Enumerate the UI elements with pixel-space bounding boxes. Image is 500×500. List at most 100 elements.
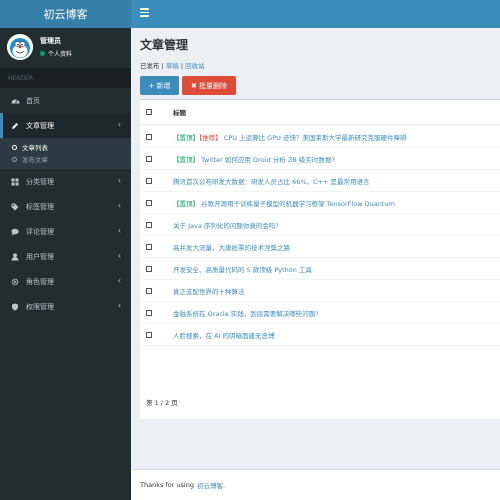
article-title-link[interactable]: 【置顶】【推荐】 CPU 上运算比 GPU 还快？美国莱斯大学最新研究克服硬件障… — [173, 132, 406, 142]
recommended-tag: 【推荐】 — [199, 133, 222, 142]
pagination-info: 第 1 / 2 页 — [146, 399, 178, 407]
row-checkbox[interactable] — [146, 309, 152, 316]
sidebar-item-label: 分类管理 — [26, 177, 54, 186]
table-row: 金融系统在 Oracle 实践，到底需要解决哪些问题? — [140, 302, 500, 324]
article-title: 关于 Java 序列化的问题你真的会吗? — [173, 221, 279, 230]
row-checkbox[interactable] — [146, 243, 152, 250]
user-panel: 管理员 个人资料 — [0, 28, 131, 64]
article-title-link[interactable]: 高并发大流量，大唐抢票的技术涅槃之路 — [173, 242, 290, 252]
article-title: 开发安全、高质量代码的 5 款顶级 Python 工具 — [173, 265, 312, 274]
row-checkbox[interactable] — [146, 265, 152, 272]
user-status-label: 个人资料 — [48, 51, 73, 58]
pinned-tag: 【置顶】 — [173, 155, 199, 164]
select-all-checkbox[interactable] — [146, 109, 152, 115]
top-navbar — [131, 0, 500, 28]
chevron-left-icon: ‹ — [117, 176, 121, 185]
article-table: 标题 【置顶】【推荐】 CPU 上运算比 GPU 还快？美国莱斯大学最新研究克服… — [140, 99, 500, 419]
status-filter: 已发布 | 草稿 | 回收站 — [140, 60, 205, 70]
row-checkbox[interactable] — [146, 331, 152, 338]
sidebar-toggle-icon[interactable] — [140, 8, 149, 18]
article-title-link[interactable]: 【置顶】 谷歌开源用于训练量子模型的机器学习框架 TensorFlow Quan… — [173, 198, 395, 208]
table-row: 【置顶】【推荐】 CPU 上运算比 GPU 还快？美国莱斯大学最新研究克服硬件障… — [140, 126, 500, 148]
sidebar-item-label: 标签管理 — [26, 202, 54, 211]
circle-icon — [12, 156, 17, 162]
table-row: 真正支配世界的十种算法 — [140, 280, 500, 302]
footer: Thanks for using 初云博客. — [131, 469, 500, 500]
article-title-link[interactable]: 【置顶】 Twitter 如何应用 Druid 分析 ZB 级实时数据? — [173, 154, 335, 164]
sidebar-item-label: 文章管理 — [26, 121, 54, 130]
chevron-left-icon: ‹ — [117, 276, 121, 285]
article-title-link[interactable]: 开发安全、高质量代码的 5 款顶级 Python 工具 — [173, 264, 312, 274]
sidebar-item-roles[interactable]: 角色管理 ‹ — [0, 269, 131, 294]
chevron-left-icon: ‹ — [117, 226, 121, 235]
article-title: Twitter 如何应用 Druid 分析 ZB 级实时数据? — [199, 155, 335, 164]
sidebar-item-permissions[interactable]: 权限管理 ‹ — [0, 294, 131, 319]
sidebar-item-label: 首页 — [26, 96, 40, 105]
table-row: 【置顶】 Twitter 如何应用 Druid 分析 ZB 级实时数据? — [140, 148, 500, 170]
table-row: 【置顶】 谷歌开源用于训练量子模型的机器学习框架 TensorFlow Quan… — [140, 192, 500, 214]
article-title-link[interactable]: 真正支配世界的十种算法 — [173, 286, 245, 296]
dashboard-icon — [10, 97, 20, 104]
chevron-left-icon: ‹ — [117, 251, 121, 260]
article-title: 真正支配世界的十种算法 — [173, 287, 245, 296]
article-title-link[interactable]: 腾讯首次公布研发大数据：研发人员占比 66%，C++ 是最常用语言 — [173, 176, 370, 186]
submenu-item-article-list[interactable]: 文章列表 — [0, 141, 131, 153]
tag-icon — [10, 203, 20, 211]
filter-trash[interactable]: 回收站 — [185, 62, 205, 70]
filter-published[interactable]: 已发布 — [140, 62, 160, 70]
article-title: 腾讯首次公布研发大数据：研发人员占比 66%，C++ 是最常用语言 — [173, 177, 370, 186]
sidebar-item-users[interactable]: 用户管理 ‹ — [0, 244, 131, 269]
sidebar-item-comments[interactable]: 评论管理 ‹ — [0, 219, 131, 244]
sidebar-item-label: 用户管理 — [26, 252, 54, 261]
table-row: 开发安全、高质量代码的 5 款顶级 Python 工具 — [140, 258, 500, 280]
add-article-button[interactable]: + 新增 — [140, 76, 179, 95]
table-row: 人脸搜索，在 AI 的阴暗面建无恶博 — [140, 324, 500, 346]
submenu-item-label: 文章列表 — [22, 144, 48, 152]
chevron-left-icon: ‹ — [117, 301, 121, 310]
sidebar-item-label: 权限管理 — [26, 302, 54, 311]
sidebar-item-articles[interactable]: 文章管理 ‹ — [0, 113, 131, 138]
app-title: 初云博客 — [43, 8, 88, 21]
row-checkbox[interactable] — [146, 287, 152, 294]
row-checkbox[interactable] — [146, 133, 152, 140]
sidebar-header: HEADER — [0, 68, 131, 88]
user-name: 管理员 — [40, 37, 61, 45]
sidebar-item-home[interactable]: 首页 — [0, 88, 131, 113]
batch-delete-button[interactable]: ✖ 批量删除 — [182, 76, 236, 95]
pinned-tag: 【置顶】 — [173, 199, 199, 208]
row-checkbox[interactable] — [146, 199, 152, 206]
sidebar-item-label: 评论管理 — [26, 227, 54, 236]
submenu-item-publish-article[interactable]: 发布文章 — [0, 153, 131, 165]
article-title-link[interactable]: 人脸搜索，在 AI 的阴暗面建无恶博 — [173, 330, 275, 340]
pinned-tag: 【置顶】 — [173, 133, 199, 142]
articles-submenu: 文章列表 发布文章 — [0, 138, 131, 169]
row-checkbox[interactable] — [146, 177, 152, 184]
article-title-link[interactable]: 关于 Java 序列化的问题你真的会吗? — [173, 220, 279, 230]
sidebar-item-tags[interactable]: 标签管理 ‹ — [0, 194, 131, 219]
user-status[interactable]: 个人资料 — [40, 49, 72, 58]
article-title: 谷歌开源用于训练量子模型的机器学习框架 TensorFlow Quantum — [199, 199, 395, 208]
table-row: 腾讯首次公布研发大数据：研发人员占比 66%，C++ 是最常用语言 — [140, 170, 500, 192]
app-logo[interactable]: 初云博客 — [0, 0, 131, 28]
main-content: 文章管理 已发布 | 草稿 | 回收站 + 新增 ✖ 批量删除 标题 【置顶】【… — [131, 28, 500, 500]
online-dot-icon — [40, 51, 45, 56]
pencil-icon — [10, 122, 20, 130]
article-title-link[interactable]: 金融系统在 Oracle 实践，到底需要解决哪些问题? — [173, 308, 319, 318]
comment-icon — [10, 228, 20, 236]
article-title: 金融系统在 Oracle 实践，到底需要解决哪些问题? — [173, 309, 319, 318]
article-title: CPU 上运算比 GPU 还快？美国莱斯大学最新研究克服硬件障碍 — [221, 133, 407, 142]
row-checkbox[interactable] — [146, 155, 152, 162]
filter-draft[interactable]: 草稿 — [166, 62, 179, 70]
circle-icon — [12, 144, 17, 150]
sidebar-item-categories[interactable]: 分类管理 ‹ — [0, 169, 131, 194]
page-title: 文章管理 — [140, 38, 189, 52]
footer-link[interactable]: 初云博客. — [197, 480, 225, 490]
row-checkbox[interactable] — [146, 221, 152, 228]
column-header-title: 标题 — [173, 109, 186, 117]
user-icon — [10, 252, 20, 261]
grid-icon — [10, 178, 20, 186]
avatar — [7, 34, 33, 60]
chevron-left-icon: ‹ — [117, 120, 121, 129]
table-header: 标题 — [140, 100, 500, 126]
submenu-item-label: 发布文章 — [22, 156, 48, 164]
